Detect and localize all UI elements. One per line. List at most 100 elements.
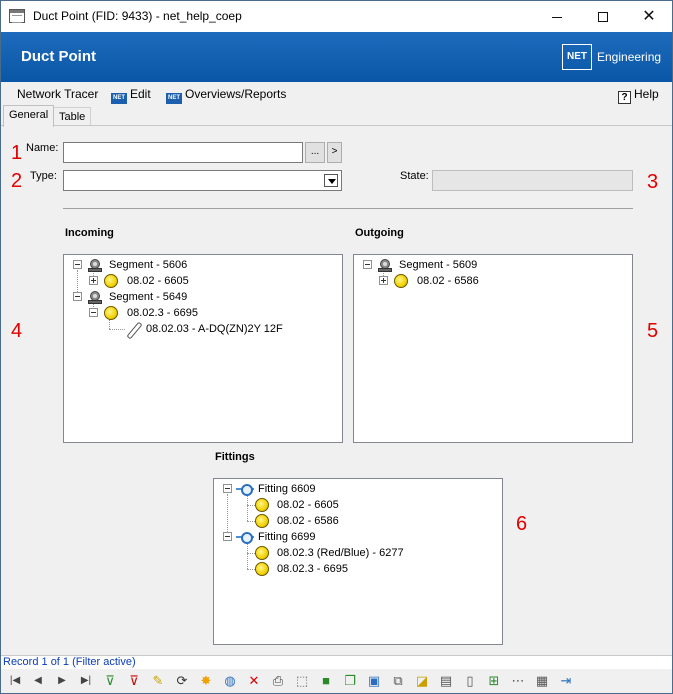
- select-icon[interactable]: ⬚: [293, 672, 311, 690]
- collapse-icon[interactable]: [363, 260, 372, 269]
- marker-4: 4: [11, 320, 23, 342]
- state-field: [432, 170, 633, 191]
- tree-node-label: 08.02 - 6605: [277, 499, 339, 511]
- segment-icon: [377, 258, 393, 272]
- outgoing-heading: Outgoing: [355, 227, 404, 239]
- incoming-tree[interactable]: Segment - 5606 08.02 - 6605 Segment - 56…: [63, 254, 343, 443]
- tree-node-label: 08.02 - 6586: [417, 275, 479, 287]
- duct-point-window: Duct Point (FID: 9433) - net_help_coep ✕…: [0, 0, 673, 694]
- duct-icon: [255, 562, 269, 576]
- segment-icon: [87, 258, 103, 272]
- duct-icon: [104, 306, 118, 320]
- status-bar: Record 1 of 1 (Filter active): [1, 655, 672, 669]
- menu-edit[interactable]: NET Edit: [111, 87, 151, 104]
- state-label: State:: [400, 170, 429, 182]
- exit-icon[interactable]: ⇥: [557, 672, 575, 690]
- collapse-icon[interactable]: [89, 308, 98, 317]
- tree-node-label: Fitting 6609: [258, 483, 316, 495]
- document-icon[interactable]: ▯: [461, 672, 479, 690]
- expand-icon[interactable]: [379, 276, 388, 285]
- header-banner: Duct Point NET Engineering: [1, 32, 672, 82]
- table-view-icon[interactable]: ▦: [533, 672, 551, 690]
- maximize-icon: [598, 12, 608, 23]
- tree-connector: [247, 553, 255, 554]
- net-logo-box: NET: [562, 44, 592, 70]
- marker-2: 2: [11, 170, 23, 192]
- chevron-down-icon[interactable]: [324, 174, 338, 187]
- name-input[interactable]: [63, 142, 303, 163]
- collapse-icon[interactable]: [73, 260, 82, 269]
- collapse-icon[interactable]: [73, 292, 82, 301]
- add-filter-icon[interactable]: ⊽: [101, 672, 119, 690]
- duct-icon: [104, 274, 118, 288]
- segment-icon: [87, 290, 103, 304]
- duct-icon: [255, 514, 269, 528]
- previous-record-icon[interactable]: ◀: [29, 672, 47, 690]
- flash-icon[interactable]: ▣: [365, 672, 383, 690]
- remove-filter-icon[interactable]: ⊽: [125, 672, 143, 690]
- incoming-heading: Incoming: [65, 227, 114, 239]
- menu-bar: Network Tracer NET Edit NET Overviews/Repo…: [1, 82, 672, 105]
- tree-connector: [247, 543, 248, 569]
- tree-node-label: 08.02 - 6586: [277, 515, 339, 527]
- tree-node-label: 08.02.3 - 6695: [277, 563, 348, 575]
- print-icon[interactable]: ⎙: [269, 672, 287, 690]
- trace-icon[interactable]: ⋯: [509, 672, 527, 690]
- tree-connector: [109, 329, 125, 330]
- tree-connector: [247, 505, 255, 506]
- expand-icon[interactable]: [89, 276, 98, 285]
- refresh-icon[interactable]: ⟳: [173, 672, 191, 690]
- help-icon: ?: [618, 91, 631, 104]
- collapse-icon[interactable]: [223, 532, 232, 541]
- menu-help[interactable]: ? Help: [618, 87, 659, 104]
- marker-5: 5: [647, 320, 659, 342]
- fittings-heading: Fittings: [215, 451, 255, 463]
- zoom-to-icon[interactable]: ■: [317, 672, 335, 690]
- go-button[interactable]: >: [327, 142, 342, 163]
- tree-node-label: Segment - 5609: [399, 259, 478, 271]
- record-status: Record 1 of 1 (Filter active): [3, 656, 136, 668]
- tree-node-label: Segment - 5649: [109, 291, 188, 303]
- banner-heading: Duct Point: [21, 48, 96, 65]
- browse-button[interactable]: ...: [305, 142, 325, 163]
- last-record-icon[interactable]: ▶|: [77, 672, 95, 690]
- next-record-icon[interactable]: ▶: [53, 672, 71, 690]
- marker-1: 1: [11, 142, 23, 164]
- maximize-button[interactable]: [580, 1, 626, 32]
- outgoing-tree[interactable]: Segment - 5609 08.02 - 6586: [353, 254, 633, 443]
- highlight-icon[interactable]: ◪: [413, 672, 431, 690]
- first-record-icon[interactable]: |◀: [6, 672, 24, 690]
- window-title: Duct Point (FID: 9433) - net_help_coep: [33, 9, 242, 23]
- net-logo-text: Engineering: [597, 50, 662, 64]
- new-record-icon[interactable]: ✸: [197, 672, 215, 690]
- tree-node-label: Fitting 6699: [258, 531, 316, 543]
- tab-strip: General Table: [1, 105, 672, 127]
- marker-3: 3: [647, 171, 659, 193]
- add-document-icon[interactable]: ⊞: [485, 672, 503, 690]
- menu-network-tracer[interactable]: Network Tracer: [17, 87, 98, 101]
- type-select[interactable]: [63, 170, 342, 191]
- tree-node-label: 08.02.03 - A-DQ(ZN)2Y 12F: [146, 323, 283, 335]
- tree-connector: [109, 319, 110, 329]
- pan-to-icon[interactable]: ❐: [341, 672, 359, 690]
- minimize-button[interactable]: [534, 1, 580, 32]
- tab-table[interactable]: Table: [53, 107, 92, 126]
- tab-general[interactable]: General: [3, 105, 55, 127]
- globe-icon[interactable]: ◍: [221, 672, 239, 690]
- menu-overviews-label: Overviews/Reports: [185, 87, 287, 101]
- net-icon: NET: [111, 93, 127, 104]
- window-table-icon: [9, 9, 25, 23]
- close-button[interactable]: ✕: [626, 1, 672, 32]
- delete-icon[interactable]: ✕: [245, 672, 263, 690]
- edit-pencil-icon[interactable]: ✎: [149, 672, 167, 690]
- menu-overviews-reports[interactable]: NET Overviews/Reports: [166, 87, 286, 104]
- tree-node-label: 08.02.3 (Red/Blue) - 6277: [277, 547, 404, 559]
- tree-connector: [247, 495, 248, 521]
- report-icon[interactable]: ▤: [437, 672, 455, 690]
- tree-node-label: Segment - 5606: [109, 259, 188, 271]
- fittings-tree[interactable]: Fitting 6609 08.02 - 6605 08.02 - 6586 F…: [213, 478, 503, 645]
- collapse-icon[interactable]: [223, 484, 232, 493]
- duct-icon: [255, 498, 269, 512]
- fitting-icon: [236, 531, 254, 544]
- copy-icon[interactable]: ⧉: [389, 672, 407, 690]
